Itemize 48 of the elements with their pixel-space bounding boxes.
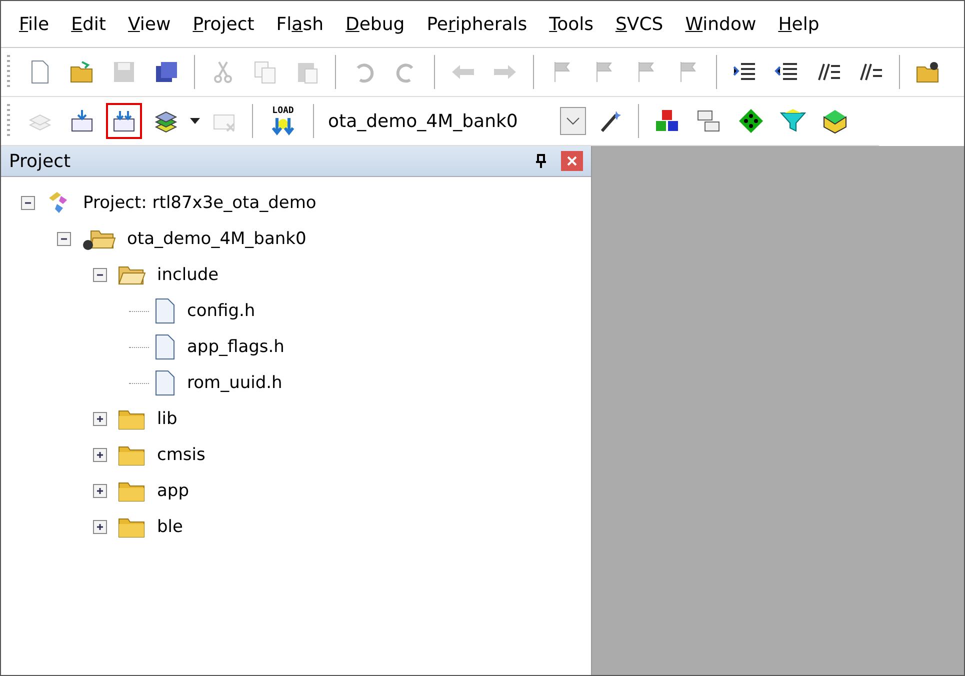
plus-icon xyxy=(95,450,105,460)
file-icon xyxy=(153,369,177,397)
close-icon xyxy=(567,156,577,166)
menu-item[interactable]: Edit xyxy=(61,14,118,34)
target-select-value: ota_demo_4M_bank0 xyxy=(328,110,519,132)
tree-item[interactable]: rom_uuid.h xyxy=(187,373,282,393)
menu-item[interactable]: Peripherals xyxy=(416,14,540,34)
menu-item[interactable]: Tools xyxy=(539,14,606,34)
plus-icon xyxy=(95,486,105,496)
package-icon xyxy=(821,107,849,135)
menu-item[interactable]: Window xyxy=(675,14,768,34)
chevron-down-icon xyxy=(566,117,580,125)
dropdown-button[interactable] xyxy=(560,107,586,135)
expand-toggle[interactable] xyxy=(93,484,107,498)
menu-item[interactable]: Help xyxy=(768,14,832,34)
diamond-icon xyxy=(737,107,765,135)
file-icon xyxy=(153,333,177,361)
tree-item[interactable]: Project: rtl87x3e_ota_demo xyxy=(83,193,316,213)
caret-icon[interactable] xyxy=(190,118,200,124)
file-icon xyxy=(153,297,177,325)
collapse-toggle[interactable] xyxy=(93,268,107,282)
toolbar-button[interactable] xyxy=(106,103,142,139)
close-button[interactable] xyxy=(561,151,583,171)
menu-item[interactable]: File xyxy=(9,14,62,34)
menu-item[interactable]: SVCS xyxy=(605,14,676,34)
menu-item[interactable]: View xyxy=(118,14,183,34)
collapse-toggle[interactable] xyxy=(57,232,71,246)
menu-item[interactable]: Flash xyxy=(266,14,336,34)
expand-toggle[interactable] xyxy=(93,412,107,426)
tree-item[interactable]: cmsis xyxy=(157,445,206,465)
tree-item[interactable]: config.h xyxy=(187,301,256,321)
tree-item[interactable]: lib xyxy=(157,409,178,429)
panel-title: Project xyxy=(9,150,71,172)
pin-icon[interactable] xyxy=(535,154,547,168)
tree-item[interactable]: app xyxy=(157,481,189,501)
download-arrows-icon xyxy=(269,116,297,136)
menu-item[interactable]: Debug xyxy=(335,14,417,34)
expand-toggle[interactable] xyxy=(93,448,107,462)
tree-item[interactable]: app_flags.h xyxy=(187,337,284,357)
expand-toggle[interactable] xyxy=(93,520,107,534)
collapse-toggle[interactable] xyxy=(21,196,35,210)
tree-item[interactable]: include xyxy=(157,265,219,285)
plus-icon xyxy=(95,414,105,424)
menu-item[interactable]: Project xyxy=(182,14,266,34)
load-button[interactable]: LOAD xyxy=(263,103,303,139)
tree-item[interactable]: ota_demo_4M_bank0 xyxy=(127,229,306,249)
plus-icon xyxy=(95,522,105,532)
tree-item[interactable]: ble xyxy=(157,517,183,537)
